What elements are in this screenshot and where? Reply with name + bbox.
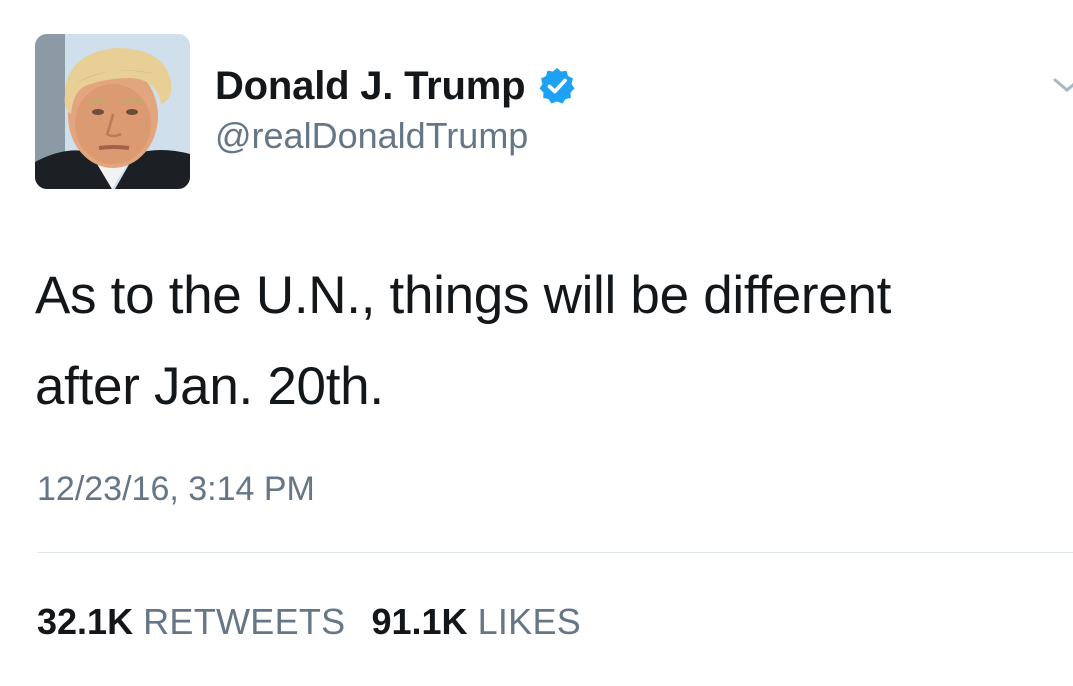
tweet-text-line-1: As to the U.N., things will be different [35, 266, 892, 325]
retweets-label: RETWEETS [143, 601, 346, 642]
likes-label: LIKES [477, 601, 582, 642]
tweet-timestamp[interactable]: 12/23/16, 3:14 PM [37, 465, 315, 513]
chevron-down-icon [1053, 78, 1073, 92]
retweets-stat[interactable]: 32.1K RETWEETS [37, 598, 345, 646]
verified-badge-icon [537, 66, 577, 106]
display-name[interactable]: Donald J. Trump [215, 62, 526, 110]
tweet-stats: 32.1K RETWEETS 91.1K LIKES [37, 598, 607, 646]
tweet-detail: Donald J. Trump @realDonaldTrump As to t… [0, 0, 1073, 686]
avatar[interactable] [35, 34, 190, 189]
divider [37, 552, 1073, 553]
profile-photo-icon [35, 34, 190, 189]
more-options-button[interactable] [1053, 72, 1073, 100]
display-name-row: Donald J. Trump [215, 62, 577, 110]
tweet-text-line-2: after Jan. 20th. [35, 357, 384, 416]
username-handle[interactable]: @realDonaldTrump [215, 112, 577, 160]
likes-count: 91.1K [371, 601, 468, 642]
likes-stat[interactable]: 91.1K LIKES [371, 598, 581, 646]
retweets-count: 32.1K [37, 601, 134, 642]
author-info[interactable]: Donald J. Trump @realDonaldTrump [215, 62, 577, 160]
tweet-text: As to the U.N., things will be different… [35, 250, 1045, 432]
